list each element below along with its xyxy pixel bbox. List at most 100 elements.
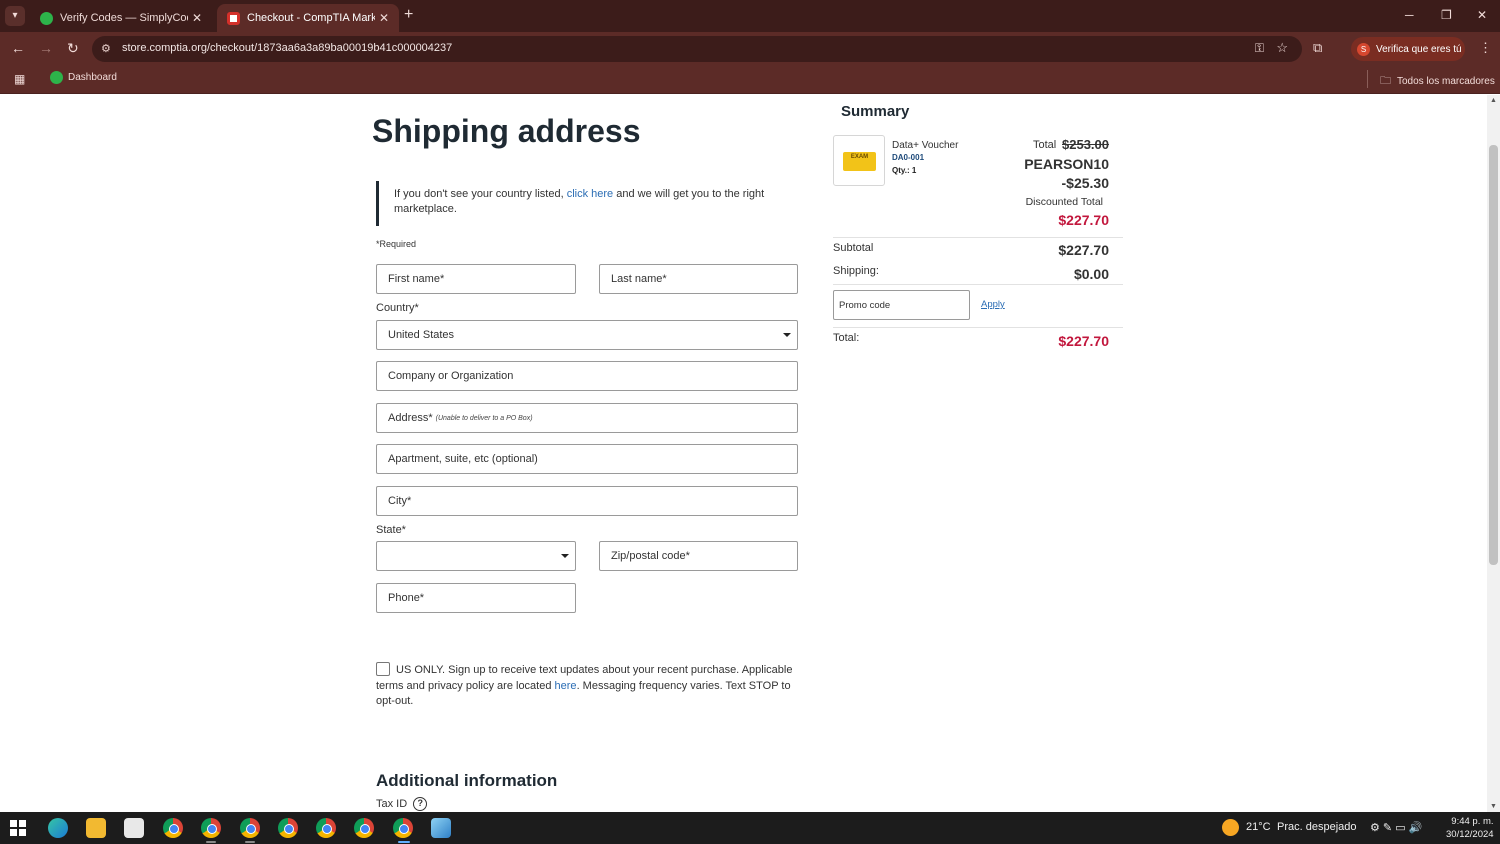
profile-button[interactable]: S Verifica que eres tú <box>1351 37 1465 61</box>
applied-promo-code: PEARSON10 <box>1024 156 1109 172</box>
scroll-down-icon[interactable]: ▼ <box>1490 803 1497 810</box>
state-select[interactable] <box>376 541 576 571</box>
help-question-icon[interactable]: ? <box>413 797 428 811</box>
shipping-label: Shipping: <box>833 265 879 277</box>
discounted-total-label: Discounted Total <box>1025 196 1103 208</box>
bookmarks-bar: ▦ Dashboard 🗀 Todos los marcadores <box>0 65 1500 94</box>
bookmark-star-icon[interactable]: ☆ <box>1276 40 1288 56</box>
promo-code-input[interactable]: Promo code <box>833 290 970 320</box>
promo-discount: -$25.30 <box>1061 175 1109 191</box>
clock-time: 9:44 p. m. <box>1451 816 1494 827</box>
country-value: United States <box>388 329 455 341</box>
chrome-profile-icon[interactable] <box>240 818 260 838</box>
scroll-up-icon[interactable]: ▲ <box>1490 97 1497 104</box>
country-notice: If you don't see your country listed, cl… <box>376 181 796 226</box>
browser-menu-icon[interactable]: ⋮ <box>1479 40 1492 56</box>
subtotal-value: $227.70 <box>1058 242 1109 258</box>
phone-placeholder: Phone* <box>388 592 425 604</box>
chrome-profile-icon[interactable] <box>354 818 374 838</box>
item-total-label: Total <box>1033 139 1057 151</box>
scrollbar-thumb[interactable] <box>1489 145 1498 565</box>
phone-field[interactable]: Phone* <box>376 583 576 613</box>
dashboard-favicon-icon <box>50 71 63 84</box>
country-select[interactable]: United States <box>376 320 798 350</box>
product-sku: DA0-001 <box>892 153 925 162</box>
chrome-profile-icon[interactable] <box>163 818 183 838</box>
tab-search-button[interactable]: ▾ <box>5 6 25 26</box>
tab-title: Checkout - CompTIA Marketplace <box>247 12 375 24</box>
restore-icon[interactable]: ❐ <box>1441 8 1452 22</box>
close-window-icon[interactable]: ✕ <box>1477 8 1487 22</box>
profile-avatar: S <box>1357 42 1370 56</box>
tax-id-row: Tax ID ? <box>376 797 428 811</box>
bookmarks-divider <box>1367 70 1368 88</box>
tab-comptia-checkout[interactable]: Checkout - CompTIA Marketplace ✕ <box>217 4 399 32</box>
system-tray-icons[interactable]: ⚙ ✎ ▭ 🔊 <box>1370 821 1422 834</box>
chrome-profile-icon[interactable] <box>201 818 221 838</box>
address-hint: (Unable to deliver to a PO Box) <box>435 414 533 422</box>
dropdown-caret-icon <box>783 333 791 337</box>
back-icon[interactable]: ← <box>11 40 25 56</box>
last-name-field[interactable]: Last name* <box>599 264 798 294</box>
weather-desc[interactable]: Prac. despejado <box>1277 821 1357 833</box>
tab-simplycodes[interactable]: Verify Codes — SimplyCodes ✕ <box>30 4 212 32</box>
grand-total-label: Total: <box>833 332 860 344</box>
all-bookmarks-label: Todos los marcadores <box>1397 76 1495 87</box>
edge-icon[interactable] <box>48 818 68 838</box>
forward-icon[interactable]: → <box>39 40 53 56</box>
bookmark-dashboard[interactable]: Dashboard <box>50 71 117 84</box>
store-icon[interactable] <box>124 818 144 838</box>
discounted-total-value: $227.70 <box>1058 212 1109 228</box>
first-name-field[interactable]: First name* <box>376 264 576 294</box>
site-info-icon[interactable]: ⚙ <box>101 42 111 55</box>
password-key-icon[interactable]: ⚿ <box>1255 41 1264 56</box>
product-name: Data+ Voucher <box>892 140 959 151</box>
url-text[interactable]: store.comptia.org/checkout/1873aa6a3a89b… <box>122 42 452 54</box>
city-placeholder: City* <box>388 495 412 507</box>
chrome-profile-icon[interactable] <box>278 818 298 838</box>
file-explorer-icon[interactable] <box>86 818 106 838</box>
clock[interactable]: 9:44 p. m. 30/12/2024 <box>1446 815 1494 841</box>
simplycodes-favicon-icon <box>40 11 53 25</box>
chrome-active-icon[interactable] <box>393 818 413 838</box>
divider <box>833 284 1123 285</box>
address-field[interactable]: Address* (Unable to deliver to a PO Box) <box>376 403 798 433</box>
browser-toolbar: ← → ↻ ⚙ store.comptia.org/checkout/1873a… <box>0 32 1500 65</box>
apartment-placeholder: Apartment, suite, etc (optional) <box>388 453 538 465</box>
chrome-profile-icon[interactable] <box>316 818 336 838</box>
extensions-puzzle-icon[interactable]: ⧉ <box>1313 40 1322 56</box>
summary-title: Summary <box>841 103 910 120</box>
weather-temp[interactable]: 21°C <box>1246 821 1271 833</box>
active-indicator <box>398 841 410 843</box>
all-bookmarks-button[interactable]: 🗀 Todos los marcadores <box>1380 72 1495 91</box>
page-title: Shipping address <box>372 113 641 149</box>
windows-start-icon[interactable] <box>10 820 26 836</box>
running-indicator <box>206 841 216 843</box>
minimize-icon[interactable]: ─ <box>1405 8 1414 22</box>
zip-placeholder: Zip/postal code* <box>611 550 690 562</box>
company-field[interactable]: Company or Organization <box>376 361 798 391</box>
close-tab-icon[interactable]: ✕ <box>192 11 202 25</box>
apply-promo-link[interactable]: Apply <box>981 299 1005 310</box>
state-label: State* <box>376 524 406 536</box>
clock-date: 30/12/2024 <box>1446 829 1494 840</box>
tax-id-label: Tax ID <box>376 798 408 810</box>
weather-moon-icon[interactable] <box>1222 819 1239 836</box>
notepad-icon[interactable] <box>431 818 451 838</box>
folder-icon: 🗀 <box>1380 75 1391 87</box>
page-scrollbar[interactable]: ▲ ▼ <box>1487 95 1500 812</box>
zip-field[interactable]: Zip/postal code* <box>599 541 798 571</box>
new-tab-icon[interactable]: + <box>404 6 413 24</box>
windows-taskbar: 21°C Prac. despejado ⚙ ✎ ▭ 🔊 9:44 p. m. … <box>0 812 1500 844</box>
city-field[interactable]: City* <box>376 486 798 516</box>
country-link[interactable]: click here <box>567 188 613 200</box>
reload-icon[interactable]: ↻ <box>67 40 79 57</box>
item-total-original: $253.00 <box>1062 137 1109 152</box>
address-bar[interactable]: ⚙ store.comptia.org/checkout/1873aa6a3a8… <box>92 36 1302 62</box>
sms-optin-checkbox[interactable] <box>376 662 390 676</box>
address-placeholder: Address* <box>388 412 433 424</box>
apartment-field[interactable]: Apartment, suite, etc (optional) <box>376 444 798 474</box>
sms-terms-link[interactable]: here <box>555 680 577 692</box>
apps-grid-icon[interactable]: ▦ <box>14 72 25 86</box>
close-tab-icon[interactable]: ✕ <box>379 11 389 25</box>
